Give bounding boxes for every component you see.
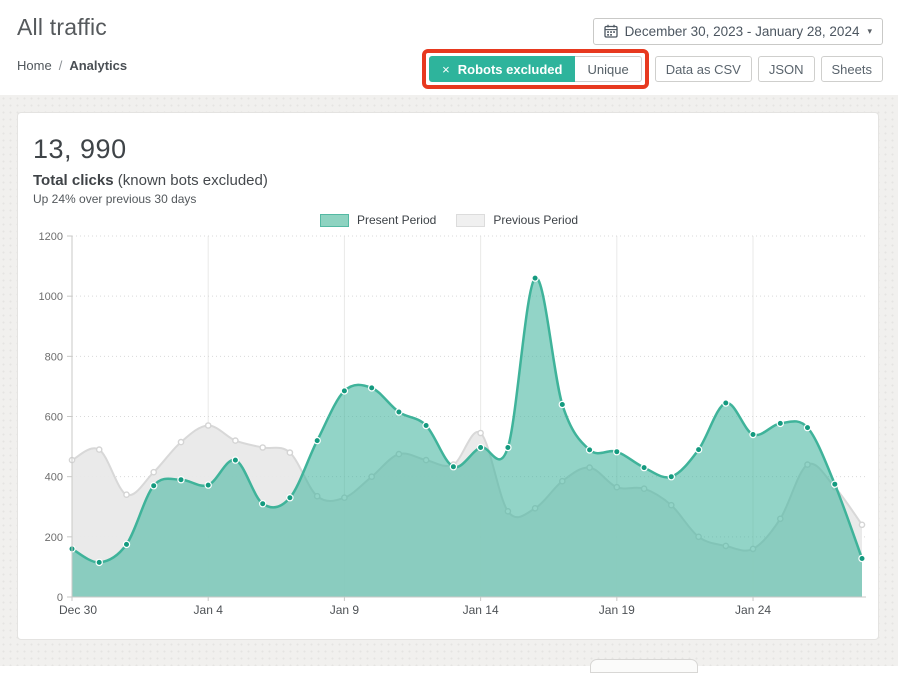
svg-text:400: 400 <box>45 472 63 484</box>
svg-text:Jan 24: Jan 24 <box>735 603 771 617</box>
svg-text:600: 600 <box>45 412 63 424</box>
svg-text:Jan 19: Jan 19 <box>599 603 635 617</box>
bottom-panel-edge[interactable] <box>590 659 698 673</box>
svg-text:1000: 1000 <box>39 291 63 303</box>
svg-text:200: 200 <box>45 532 63 544</box>
traffic-chart[interactable]: 020040060080010001200Dec 30Jan 4Jan 9Jan… <box>0 0 898 666</box>
svg-text:Jan 4: Jan 4 <box>194 603 224 617</box>
svg-text:Jan 9: Jan 9 <box>330 603 360 617</box>
svg-text:1200: 1200 <box>39 231 63 243</box>
svg-text:Jan 14: Jan 14 <box>463 603 499 617</box>
x-axis-labels: Dec 30 Jan 4 Jan 9 Jan 14 Jan 19 Jan 24 <box>59 603 771 617</box>
svg-text:Dec 30: Dec 30 <box>59 603 97 617</box>
y-axis-labels: 020040060080010001200 <box>39 231 63 604</box>
svg-text:800: 800 <box>45 351 63 363</box>
